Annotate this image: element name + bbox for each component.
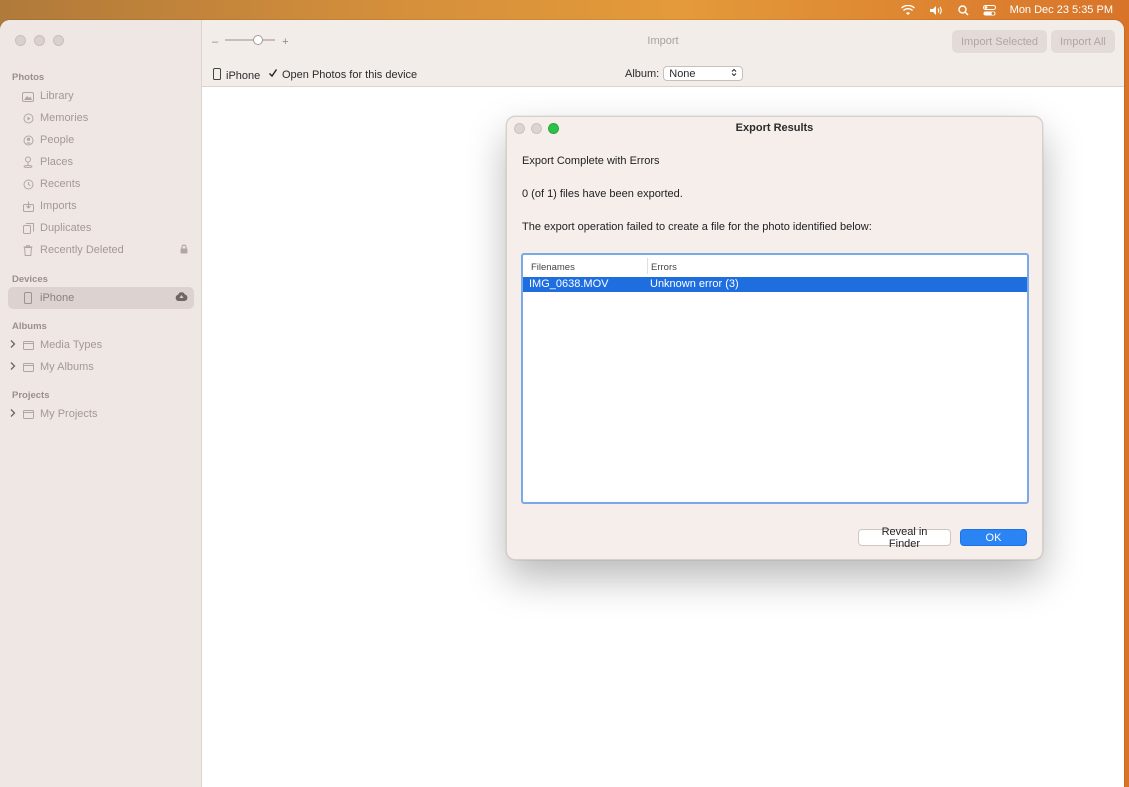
- sidebar-item-my-albums[interactable]: My Albums: [8, 356, 194, 378]
- reveal-in-finder-button[interactable]: Reveal in Finder: [858, 526, 951, 550]
- row-filename: IMG_0638.MOV: [529, 278, 609, 290]
- zoom-button[interactable]: [53, 35, 64, 46]
- clock-icon: [22, 178, 34, 190]
- open-photos-checkbox[interactable]: Open Photos for this device: [268, 68, 417, 81]
- sidebar-item-media-types[interactable]: Media Types: [8, 334, 194, 356]
- dialog-titlebar: Export Results: [507, 117, 1042, 139]
- sidebar-item-label: People: [40, 134, 75, 146]
- folder-icon: [22, 339, 34, 351]
- folder-icon: [22, 408, 34, 420]
- control-center-icon[interactable]: [982, 4, 996, 16]
- sidebar-item-label: My Albums: [40, 361, 94, 373]
- import-options-bar: iPhone Open Photos for this device Album…: [202, 62, 1124, 87]
- duplicates-icon: [22, 222, 34, 234]
- album-select[interactable]: None: [663, 66, 744, 81]
- folder-icon: [22, 361, 34, 373]
- sidebar-section-projects: Projects: [12, 390, 50, 401]
- zoom-slider[interactable]: [224, 34, 276, 49]
- wifi-icon[interactable]: [900, 4, 915, 16]
- album-label: Album:: [625, 67, 660, 80]
- zoom-in-button[interactable]: +: [282, 36, 288, 48]
- sidebar-item-label: Recents: [40, 178, 81, 190]
- sidebar-section-photos: Photos: [12, 72, 45, 83]
- sidebar-item-duplicates[interactable]: Duplicates: [8, 217, 194, 239]
- ok-button[interactable]: OK: [960, 529, 1027, 546]
- sidebar-item-my-projects[interactable]: My Projects: [8, 403, 194, 425]
- lock-icon: [180, 244, 188, 257]
- sidebar: Photos Library Memories People Places Re…: [0, 20, 202, 787]
- dialog-heading: Export Complete with Errors: [522, 155, 660, 167]
- memories-icon: [22, 112, 34, 124]
- export-results-dialog: Export Results Export Complete with Erro…: [506, 116, 1043, 560]
- close-button[interactable]: [15, 35, 26, 46]
- sidebar-item-label: Media Types: [40, 339, 103, 351]
- chevron-up-down-icon: [731, 68, 737, 80]
- table-header: Filenames Errors: [523, 255, 1027, 278]
- sidebar-item-label: iPhone: [40, 292, 75, 304]
- sidebar-section-albums: Albums: [12, 321, 47, 332]
- sidebar-item-people[interactable]: People: [8, 129, 194, 151]
- chevron-right-icon[interactable]: [10, 339, 16, 352]
- trash-icon: [22, 244, 34, 256]
- people-icon: [22, 134, 34, 146]
- toolbar: – + Import Import Selected Import All: [202, 20, 1124, 63]
- sidebar-section-devices: Devices: [12, 274, 48, 285]
- album-picker: Album: None: [625, 66, 744, 81]
- iphone-icon: [213, 68, 221, 83]
- sidebar-item-imports[interactable]: Imports: [8, 195, 194, 217]
- export-errors-table[interactable]: Filenames Errors IMG_0638.MOV Unknown er…: [521, 253, 1029, 504]
- minimize-button[interactable]: [34, 35, 45, 46]
- device-label: iPhone: [213, 68, 260, 83]
- sidebar-item-label: Imports: [40, 200, 77, 212]
- zoom-out-button[interactable]: –: [212, 36, 218, 48]
- chevron-right-icon[interactable]: [10, 361, 16, 374]
- eject-icon[interactable]: [175, 291, 188, 305]
- library-icon: [22, 90, 34, 102]
- import-all-button[interactable]: Import All: [1051, 30, 1115, 53]
- checkmark-icon[interactable]: [268, 68, 278, 81]
- dialog-explanation: The export operation failed to create a …: [522, 221, 872, 233]
- table-row[interactable]: IMG_0638.MOV Unknown error (3): [523, 277, 1027, 292]
- iphone-icon: [22, 292, 34, 304]
- sidebar-item-label: Memories: [40, 112, 89, 124]
- volume-icon[interactable]: [929, 5, 944, 16]
- map-pin-icon: [22, 156, 34, 168]
- sidebar-item-iphone[interactable]: iPhone: [8, 287, 194, 309]
- menu-bar-clock[interactable]: Mon Dec 23 5:35 PM: [1010, 4, 1113, 16]
- sidebar-item-label: Library: [40, 90, 74, 102]
- sidebar-item-label: Recently Deleted: [40, 244, 124, 256]
- zoom-control: – +: [212, 34, 289, 49]
- album-select-value: None: [669, 67, 696, 80]
- dialog-title: Export Results: [735, 122, 814, 134]
- imports-icon: [22, 200, 34, 212]
- sidebar-item-recents[interactable]: Recents: [8, 173, 194, 195]
- dialog-summary: 0 (of 1) files have been exported.: [522, 188, 683, 200]
- open-photos-label: Open Photos for this device: [282, 68, 418, 81]
- search-icon[interactable]: [957, 4, 969, 16]
- sidebar-item-recently-deleted[interactable]: Recently Deleted: [8, 239, 194, 261]
- menu-bar: Mon Dec 23 5:35 PM: [0, 0, 1129, 20]
- sidebar-item-memories[interactable]: Memories: [8, 107, 194, 129]
- column-divider[interactable]: [647, 258, 648, 274]
- chevron-right-icon[interactable]: [10, 408, 16, 421]
- sidebar-item-places[interactable]: Places: [8, 151, 194, 173]
- sidebar-item-label: Duplicates: [40, 222, 92, 234]
- sidebar-item-label: My Projects: [40, 408, 98, 420]
- column-header-filenames[interactable]: Filenames: [531, 262, 575, 273]
- row-error: Unknown error (3): [650, 278, 739, 290]
- window-controls: [15, 35, 64, 46]
- import-selected-button[interactable]: Import Selected: [952, 30, 1048, 53]
- sidebar-item-label: Places: [40, 156, 74, 168]
- sidebar-item-library[interactable]: Library: [8, 85, 194, 107]
- device-name: iPhone: [226, 69, 261, 82]
- column-header-errors[interactable]: Errors: [651, 262, 677, 273]
